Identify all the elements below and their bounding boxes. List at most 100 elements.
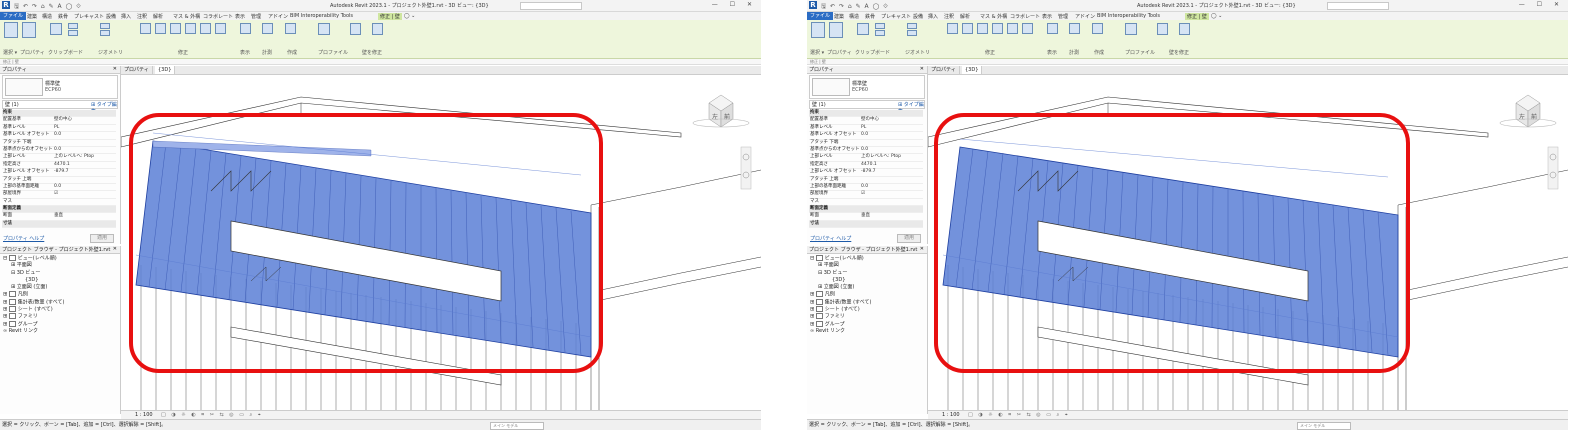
property-row[interactable]: アタッチ 下端 — [809, 140, 923, 147]
tab-manage[interactable]: 管理 — [251, 13, 261, 20]
model-view[interactable]: 左 前 — [120, 75, 761, 410]
tree-item[interactable]: ⊞ 集計表/数量 (すべて) — [3, 298, 117, 306]
tab-systems[interactable]: 設備 — [913, 13, 923, 20]
measure-icon[interactable] — [1069, 23, 1080, 34]
tab-file[interactable]: ファイル — [807, 12, 834, 20]
model-selector[interactable]: メイン モデル — [490, 422, 544, 430]
tree-item[interactable]: ⊞ ファミリ — [810, 313, 924, 320]
attach-icon[interactable] — [350, 23, 361, 35]
property-row[interactable]: 上部レベル 上のレベルへ: Ptop — [809, 154, 923, 162]
close-icon[interactable]: ✕ — [113, 66, 117, 72]
drawing-canvas[interactable]: 左 前 — [927, 75, 1568, 410]
create-icon[interactable] — [1092, 23, 1103, 34]
paste-icon[interactable] — [857, 23, 869, 35]
tree-item[interactable]: ⊞ シート (すべて) — [3, 306, 117, 313]
measure-icon[interactable] — [262, 23, 273, 34]
tab-steel[interactable]: 鉄骨 — [865, 13, 875, 20]
tab-extra[interactable]: ◯ ⌄ — [404, 13, 415, 19]
tree-item[interactable]: ⊞ グループ — [810, 320, 924, 328]
cope-icon[interactable] — [100, 30, 110, 36]
quick-access-toolbar[interactable]: 🖫 ↶ ↷ ⌂ ✎ A ◯ ⟐ — [821, 2, 889, 12]
instance-filter[interactable]: 壁 (1) ⊞ タイプ編集 — [809, 100, 925, 115]
copy-icon[interactable] — [68, 30, 78, 36]
tab-manage[interactable]: 管理 — [1058, 13, 1068, 20]
property-row[interactable]: マス — [2, 199, 116, 207]
tab-precast[interactable]: プレキャスト — [881, 13, 911, 20]
tab-view[interactable]: 表示 — [235, 13, 245, 20]
view-scale[interactable]: 1 : 100 — [942, 411, 960, 419]
hide-icon[interactable] — [240, 23, 251, 34]
view-control-icons[interactable]: □ ◑ ☼ ◐ ⌗ ✂ ⇆ ◎ ▭ ⌕ ⌖ — [968, 411, 1070, 419]
tab-structure[interactable]: 構造 — [849, 13, 859, 20]
tree-item[interactable]: ⊞ シート (すべて) — [810, 306, 924, 313]
rotate-icon[interactable] — [200, 23, 211, 34]
join-icon[interactable] — [907, 23, 917, 29]
property-row[interactable]: 配置基準 壁の中心 — [809, 117, 923, 125]
viewcube[interactable]: 左 前 — [1499, 94, 1557, 128]
properties-help-link[interactable]: プロパティ ヘルプ — [3, 235, 44, 242]
tab-collaborate[interactable]: コラボレート — [1010, 13, 1040, 20]
properties-help-link[interactable]: プロパティ ヘルプ — [810, 235, 851, 242]
modify-tool-icon[interactable] — [4, 22, 18, 38]
tab-3d-view[interactable]: {3D} — [155, 66, 176, 74]
offset-icon[interactable] — [962, 23, 973, 34]
property-row[interactable]: 配置基準 壁の中心 — [2, 117, 116, 125]
tab-properties[interactable]: プロパティ — [928, 66, 960, 74]
property-row[interactable]: アタッチ 上端 — [809, 177, 923, 184]
tab-extra[interactable]: ◯ ⌄ — [1211, 13, 1222, 19]
edit-profile-icon[interactable] — [318, 23, 330, 35]
tree-item[interactable]: ⊞ 立面図 (立面) — [810, 284, 924, 291]
property-row[interactable]: 基準レベル オフセット 0.0 — [809, 132, 923, 140]
tree-item[interactable]: ⊞ 立面図 (立面) — [3, 284, 117, 291]
window-buttons[interactable]: — ☐ ✕ — [1519, 1, 1564, 8]
property-row[interactable]: 断面 垂直 — [809, 213, 923, 221]
close-icon[interactable]: ✕ — [920, 66, 924, 72]
tab-view[interactable]: 表示 — [1042, 13, 1052, 20]
tab-massing[interactable]: マス & 外構 — [173, 13, 200, 20]
tab-systems[interactable]: 設備 — [106, 13, 116, 20]
type-selector[interactable]: 標準壁 ECP60 — [809, 75, 925, 99]
paste-icon[interactable] — [50, 23, 62, 35]
offset-icon[interactable] — [155, 23, 166, 34]
property-row[interactable]: マス — [809, 199, 923, 207]
search-input[interactable] — [520, 2, 582, 10]
close-icon[interactable]: ✕ — [113, 246, 117, 252]
detach-icon[interactable] — [1179, 23, 1190, 35]
tab-analyze[interactable]: 解析 — [153, 13, 163, 20]
view-scale[interactable]: 1 : 100 — [135, 411, 153, 419]
tab-analyze[interactable]: 解析 — [960, 13, 970, 20]
move-icon[interactable] — [992, 23, 1003, 34]
tree-item[interactable]: ⊟ ビュー(レベル順) — [3, 255, 117, 262]
tree-item[interactable]: ⊞ 集計表/数量 (すべて) — [810, 298, 924, 306]
revit-logo-icon[interactable]: R — [809, 1, 817, 9]
cut-icon[interactable] — [68, 23, 78, 29]
model-view[interactable]: 左 前 — [927, 75, 1568, 410]
close-icon[interactable]: ✕ — [920, 246, 924, 252]
tab-steel[interactable]: 鉄骨 — [58, 13, 68, 20]
tab-architecture[interactable]: 建築 — [834, 13, 844, 20]
tab-insert[interactable]: 挿入 — [928, 13, 938, 20]
property-row[interactable]: 部屋境界 ☑ — [2, 191, 116, 199]
navigation-bar[interactable] — [1547, 146, 1559, 190]
trim-icon[interactable] — [1022, 23, 1033, 34]
hide-icon[interactable] — [1047, 23, 1058, 34]
property-row[interactable]: 上部レベル オフセット -879.7 — [2, 169, 116, 177]
tab-addins[interactable]: アドイン — [1075, 13, 1095, 20]
tab-massing[interactable]: マス & 外構 — [980, 13, 1007, 20]
tab-insert[interactable]: 挿入 — [121, 13, 131, 20]
tree-item[interactable]: ∞ Revit リンク — [3, 328, 117, 335]
tree-item[interactable]: ⊞ 凡例 — [810, 291, 924, 298]
tab-bim-interop[interactable]: BIM Interoperability Tools — [290, 13, 353, 19]
detach-icon[interactable] — [372, 23, 383, 35]
tree-item[interactable]: ∞ Revit リンク — [810, 328, 924, 335]
tree-item[interactable]: ⊞ 平面図 — [810, 262, 924, 269]
property-row[interactable]: 上部レベル 上のレベルへ: Ptop — [2, 154, 116, 162]
trim-icon[interactable] — [215, 23, 226, 34]
apply-button[interactable]: 適用 — [90, 234, 114, 243]
align-icon[interactable] — [947, 23, 958, 34]
tab-structure[interactable]: 構造 — [42, 13, 52, 20]
type-selector[interactable]: 標準壁 ECP60 — [2, 75, 118, 99]
rotate-icon[interactable] — [1007, 23, 1018, 34]
tab-annotate[interactable]: 注釈 — [137, 13, 147, 20]
property-row[interactable]: 部屋境界 ☑ — [809, 191, 923, 199]
